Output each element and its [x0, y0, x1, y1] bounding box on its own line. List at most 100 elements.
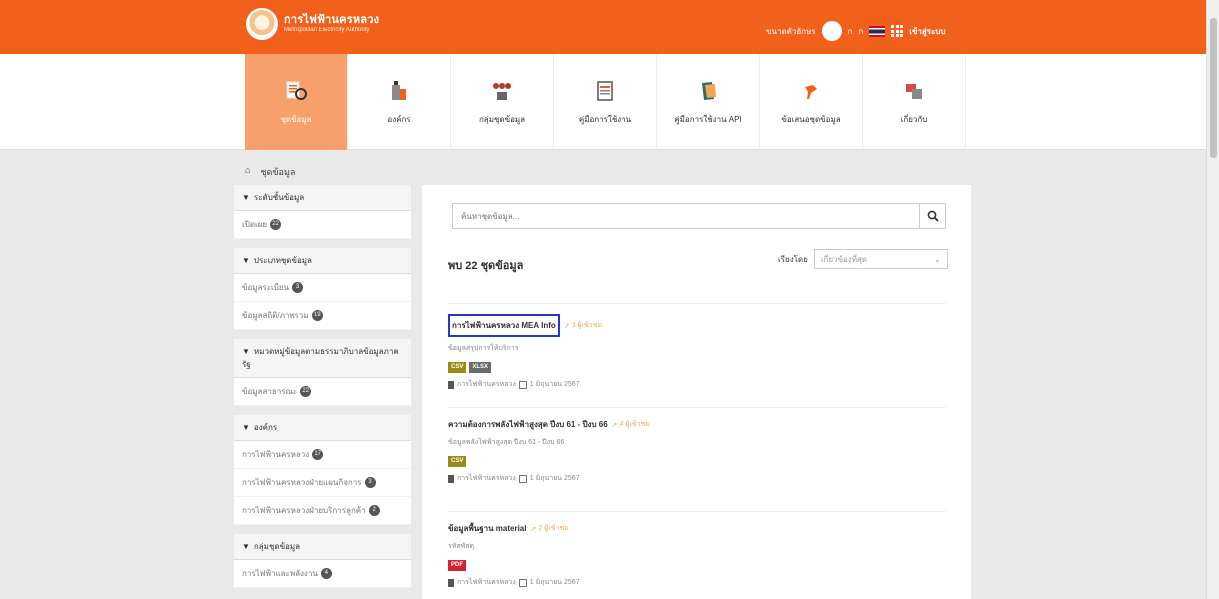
dataset-item: การไฟฟ้านครหลวง MEA Info ➚ 3 ผู้เข้าชม ข้… [448, 303, 946, 390]
filter-item-label: การไฟฟ้าและพลังงาน [242, 569, 318, 578]
nav-item-label: องค์กร [387, 114, 411, 124]
filter-item[interactable]: การไฟฟ้านครหลวง 17 [234, 441, 411, 469]
nav-item-label: คู่มือการใช้งาน API [674, 114, 742, 124]
dataset-title-row: ข้อมูลพื้นฐาน material ➚ 2 ผู้เข้าชม [448, 522, 946, 535]
funnel-icon: ▼ [242, 193, 250, 202]
filter-count-badge: 2 [368, 505, 380, 516]
format-tags: PDF [448, 560, 946, 571]
sort-select[interactable]: เกี่ยวข้องที่สุด ⌄ [813, 249, 948, 269]
font-decrease-button[interactable]: ก [848, 25, 853, 38]
nav-item-manual[interactable]: คู่มือการใช้งาน [554, 54, 657, 150]
filter-group-title: ประเภทชุดข้อมูล [253, 256, 312, 265]
calendar-icon [518, 578, 527, 587]
dataset-views: ➚ 4 ผู้เข้าชม [612, 419, 650, 430]
nav-item-about[interactable]: เกี่ยวกับ [863, 54, 966, 150]
dataset-meta: การไฟฟ้านครหลวง 1 มิถุนายน 2567 [448, 577, 946, 588]
search-bar [452, 203, 946, 229]
dataset-description: รหัสพัสดุ [448, 543, 475, 550]
top-header: การไฟฟ้านครหลวง Metropolitan Electricity… [0, 0, 1206, 54]
mea-seal-icon [246, 8, 278, 40]
page-scrollbar[interactable] [1206, 0, 1219, 599]
search-input[interactable] [453, 204, 919, 228]
header-tools: ขนาดตัวอักษร ก ก เข้าสู่ระบบ [766, 21, 946, 41]
format-tag: PDF [448, 560, 466, 571]
dataset-org: การไฟฟ้านครหลวง [457, 475, 516, 482]
filter-group: ▼ ประเภทชุดข้อมูล ข้อมูลระเบียน 3 ข้อมูลสถ… [234, 248, 411, 330]
filter-item-label: ข้อมูลสาธารณะ [242, 387, 298, 396]
filter-group-title: หมวดหมู่ข้อมูลตามธรรมาภิบาลข้อมูลภาครัฐ [242, 347, 399, 369]
filter-item[interactable]: การไฟฟ้านครหลวงฝ่ายบริการลูกค้า 2 [234, 497, 411, 525]
funnel-icon: ▼ [242, 542, 250, 551]
nav-item-organization[interactable]: องค์กร [348, 54, 451, 150]
chart-line-icon: ➚ [563, 322, 570, 330]
filter-group-header: ▼ องค์กร [234, 415, 411, 441]
site-logo[interactable]: การไฟฟ้านครหลวง Metropolitan Electricity… [246, 8, 379, 40]
nav-item-datasets[interactable]: ชุดข้อมูล [245, 54, 348, 150]
filter-item[interactable]: ข้อมูลสาธารณะ 22 [234, 378, 411, 406]
filter-group: ▼ หมวดหมู่ข้อมูลตามธรรมาภิบาลข้อมูลภาครัฐ… [234, 339, 411, 406]
sort-value: เกี่ยวข้องที่สุด [820, 254, 868, 264]
filter-item[interactable]: การไฟฟ้าและพลังงาน 4 [234, 560, 411, 588]
filter-count-badge: 17 [312, 449, 324, 460]
dataset-item: ข้อมูลพื้นฐาน material ➚ 2 ผู้เข้าชม รหัส… [448, 511, 946, 588]
scrollbar-thumb[interactable] [1210, 18, 1217, 158]
chevron-down-icon: ⌄ [934, 254, 941, 264]
breadcrumb-current[interactable]: ชุดข้อมูล [260, 165, 295, 179]
search-button[interactable] [919, 204, 945, 228]
manual-icon [593, 79, 617, 103]
filter-group-title: ระดับชั้นข้อมูล [253, 193, 305, 202]
home-icon[interactable]: ⌂ [245, 165, 250, 179]
dataset-views: ➚ 3 ผู้เข้าชม [564, 320, 602, 331]
format-tag: CSV [448, 456, 467, 467]
filter-item-label: การไฟฟ้านครหลวง [242, 450, 310, 459]
thai-flag-icon[interactable] [869, 25, 886, 37]
filter-sidebar: ▼ ระดับชั้นข้อมูล เปิดเผย 22 ▼ ประเภทชุดข้อ… [234, 185, 411, 597]
filter-item[interactable]: การไฟฟ้านครหลวงฝ่ายแผนกิจการ 3 [234, 469, 411, 497]
filter-item[interactable]: ข้อมูลสถิติ/ภาพรวม 19 [234, 302, 411, 330]
filter-item[interactable]: เปิดเผย 22 [234, 211, 411, 239]
nav-item-groups[interactable]: กลุ่มชุดข้อมูล [451, 54, 554, 150]
dataset-title-link[interactable]: ความต้องการพลังไฟฟ้าสูงสุด ปีงบ 61 - ปีง… [448, 418, 608, 431]
filter-group: ▼ ระดับชั้นข้อมูล เปิดเผย 22 [234, 185, 411, 239]
filter-item-label: การไฟฟ้านครหลวงฝ่ายบริการลูกค้า [242, 506, 366, 515]
dataset-meta: การไฟฟ้านครหลวง 1 มิถุนายน 2567 [448, 379, 946, 390]
breadcrumb: ⌂ ชุดข้อมูล [245, 165, 295, 179]
dataset-description: ข้อมูลพลังไฟฟ้าสูงสุด ปีงบ 61 - ปีงบ 66 [448, 439, 565, 446]
filter-count-badge: 19 [311, 310, 323, 321]
font-increase-button[interactable]: ก [858, 25, 863, 38]
organization-icon [448, 578, 454, 587]
filter-group-title: กลุ่มชุดข้อมูล [253, 542, 301, 551]
filter-group: ▼ องค์กร การไฟฟ้านครหลวง 17 การไฟฟ้านครหลว… [234, 415, 411, 525]
filter-group-header: ▼ หมวดหมู่ข้อมูลตามธรรมาภิบาลข้อมูลภาครัฐ [234, 339, 411, 378]
filter-group: ▼ กลุ่มชุดข้อมูล การไฟฟ้าและพลังงาน 4 [234, 534, 411, 588]
dataset-title-link[interactable]: ข้อมูลพื้นฐาน material [448, 522, 526, 535]
format-tag: CSV [448, 362, 467, 373]
font-size-toggle[interactable] [821, 21, 842, 41]
filter-item-label: การไฟฟ้านครหลวงฝ่ายแผนกิจการ [242, 478, 362, 487]
result-count: พบ 22 ชุดข้อมูล [448, 260, 524, 272]
dataset-title-link[interactable]: การไฟฟ้านครหลวง MEA Info [448, 314, 560, 337]
apps-grid-icon[interactable] [891, 25, 904, 37]
login-link[interactable]: เข้าสู่ระบบ [909, 25, 945, 38]
filter-group-header: ▼ ประเภทชุดข้อมูล [234, 248, 411, 274]
dataset-description: ข้อมูลสรุปการให้บริการ [448, 345, 519, 352]
nav-item-api-manual[interactable]: คู่มือการใช้งาน API [657, 54, 760, 150]
filter-group-title: องค์กร [253, 423, 278, 432]
chart-line-icon: ➚ [611, 421, 618, 429]
nav-item-label: ชุดข้อมูล [280, 114, 312, 124]
nav-item-label: คู่มือการใช้งาน [578, 114, 632, 124]
filter-item-label: ข้อมูลระเบียน [242, 283, 290, 292]
funnel-icon: ▼ [242, 347, 250, 356]
dataset-title-row: การไฟฟ้านครหลวง MEA Info ➚ 3 ผู้เข้าชม [448, 314, 946, 337]
filter-count-badge: 3 [364, 477, 376, 488]
filter-item[interactable]: ข้อมูลระเบียน 3 [234, 274, 411, 302]
dataset-views-text: 2 ผู้เข้าชม [538, 525, 569, 532]
dataset-item: ความต้องการพลังไฟฟ้าสูงสุด ปีงบ 61 - ปีง… [448, 407, 946, 484]
nav-item-suggest[interactable]: ข้อเสนอชุดข้อมูล [760, 54, 863, 150]
filter-count-badge: 22 [300, 386, 312, 397]
results-panel: พบ 22 ชุดข้อมูล เรียงโดย เกี่ยวข้องที่สุ… [422, 185, 971, 599]
dataset-title-row: ความต้องการพลังไฟฟ้าสูงสุด ปีงบ 61 - ปีง… [448, 418, 946, 431]
dataset-meta: การไฟฟ้านครหลวง 1 มิถุนายน 2567 [448, 473, 946, 484]
filter-count-badge: 22 [270, 219, 282, 230]
funnel-icon: ▼ [242, 256, 250, 265]
